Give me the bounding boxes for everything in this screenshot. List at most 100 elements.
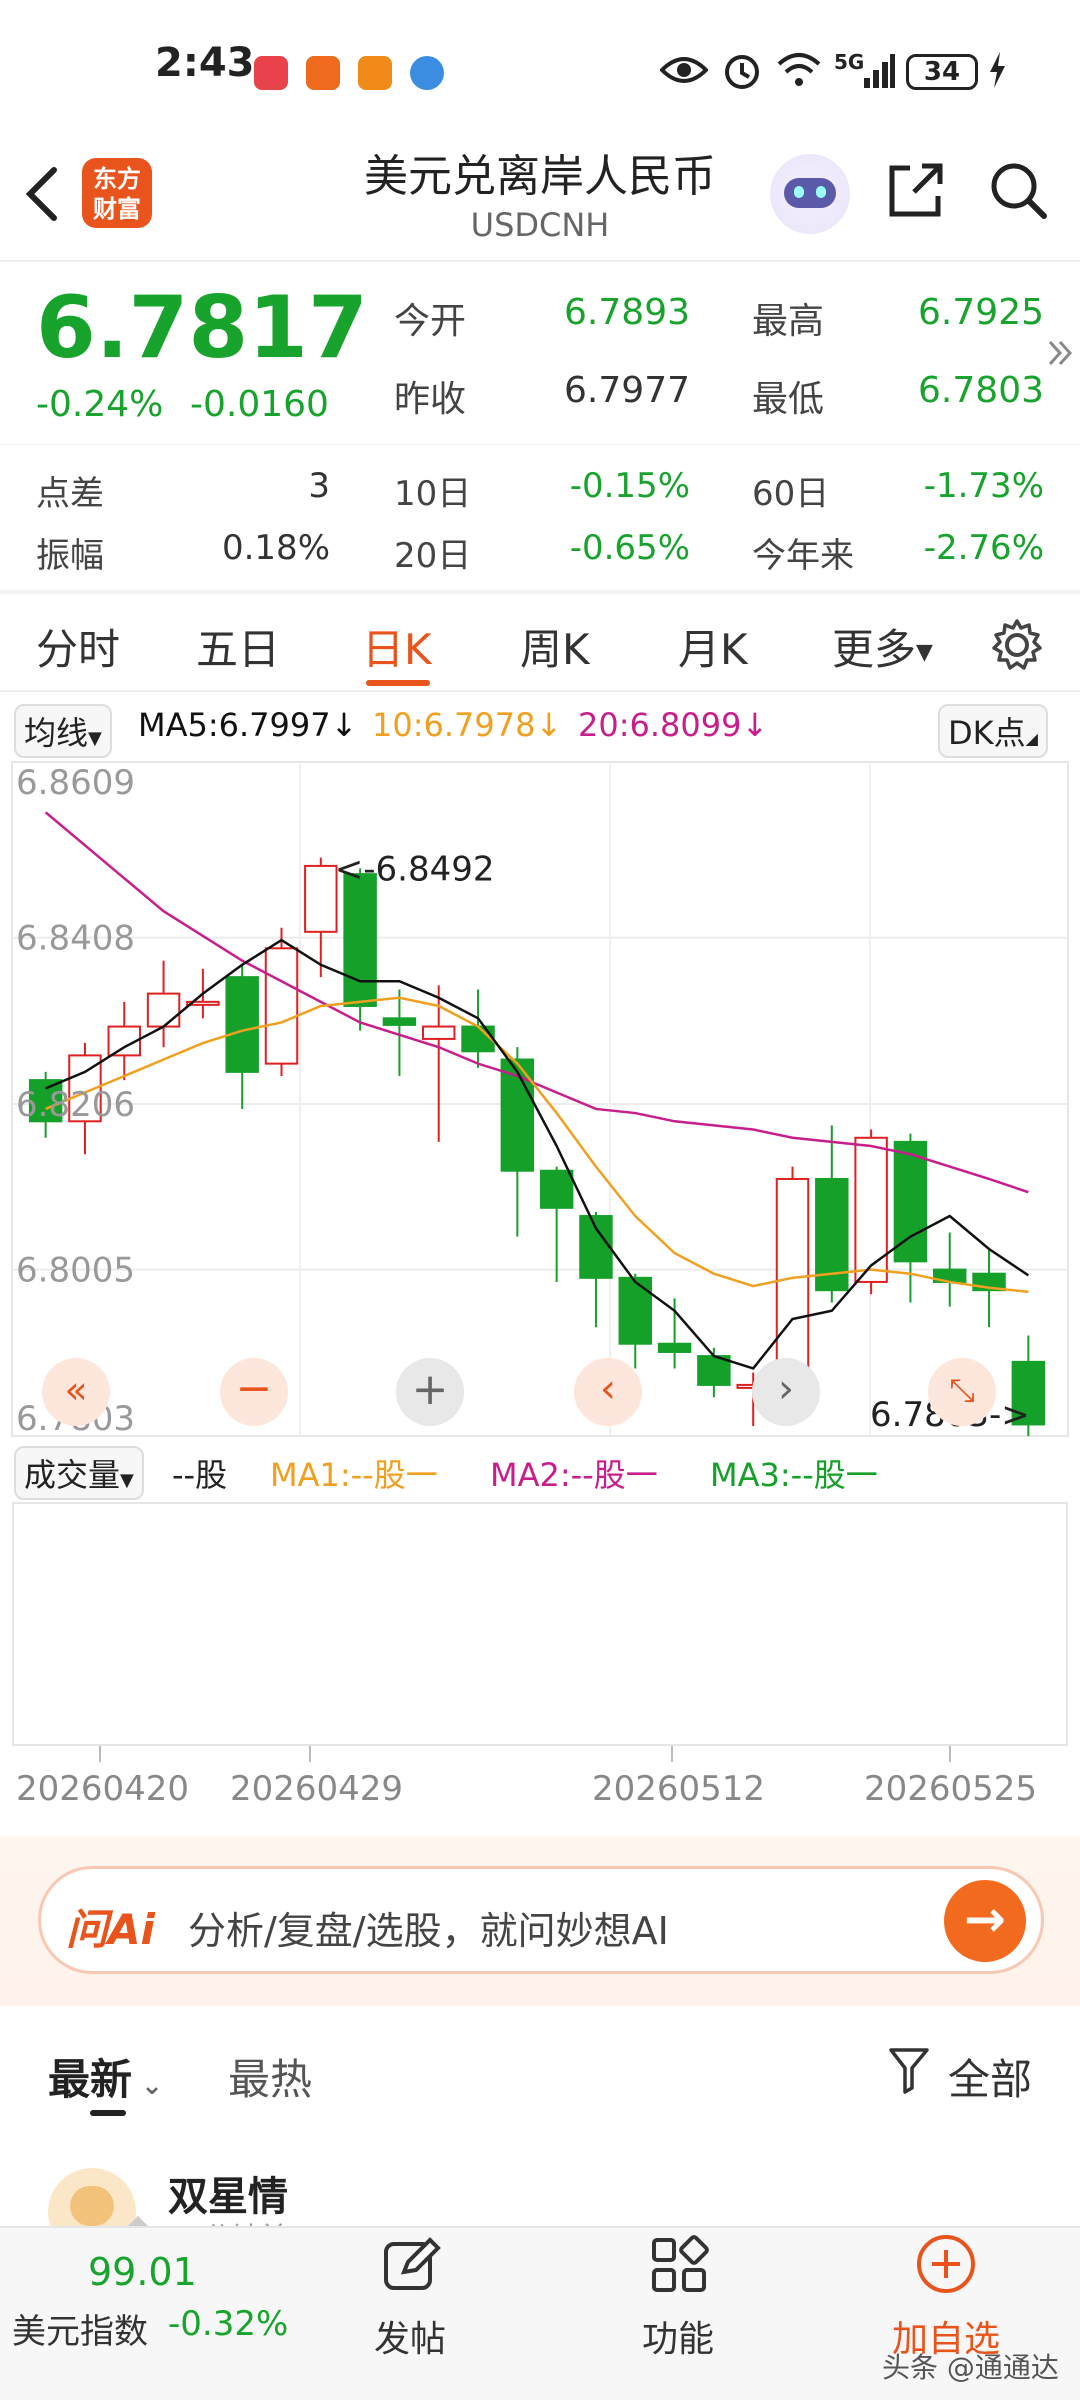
low-value: 6.7803 (918, 370, 1044, 411)
d10-value: -0.15% (569, 466, 690, 506)
feed-tab-hot[interactable]: 最热 (228, 2046, 312, 2107)
tab-intraday[interactable]: 分时 (36, 616, 120, 677)
x-tick-label: 20260525 (864, 1769, 1037, 1809)
volume-unit: --股 (172, 1456, 228, 1494)
high-label: 最高 (752, 301, 825, 342)
tab-five-day[interactable]: 五日 (196, 616, 280, 677)
last-price: 6.7817 (36, 278, 368, 378)
candle-body (618, 1276, 652, 1345)
arrow-right-icon[interactable]: → (944, 1880, 1026, 1962)
spread-value: 3 (308, 466, 330, 506)
scroll-right-button[interactable]: › (752, 1358, 820, 1426)
dollar-index-change: -0.32% (168, 2304, 289, 2344)
tab-daily-k[interactable]: 日K (362, 616, 432, 677)
prev-close-label: 昨收 (394, 379, 467, 420)
volume-chart-area (12, 1502, 1068, 1746)
charging-icon (990, 52, 1005, 88)
edit-post-icon[interactable] (380, 2234, 442, 2296)
volume-ma3: MA3:--股一 (710, 1456, 878, 1494)
d60-value: -1.73% (923, 466, 1044, 506)
quote-divider (0, 444, 1080, 445)
y-tick-label: 6.8408 (16, 919, 135, 959)
tabs-divider (0, 690, 1080, 692)
candle-body (422, 1025, 456, 1040)
open-label: 今开 (394, 301, 467, 342)
signal-icon (864, 54, 895, 88)
section-divider (0, 590, 1080, 594)
functions-grid-icon[interactable] (648, 2234, 710, 2296)
change-percent: -0.24% (36, 384, 164, 425)
candle-body (225, 976, 259, 1073)
dollar-index-value[interactable]: 99.01 (88, 2250, 197, 2294)
x-tick-label: 20260429 (230, 1769, 403, 1809)
indicator-selector-label: 均线 (24, 714, 89, 752)
wifi-icon (777, 53, 821, 86)
post-author-name[interactable]: 双星情 (168, 2164, 288, 2222)
feed-tab-indicator (90, 2110, 126, 2116)
feed-tab-latest-label: 最新 (48, 2055, 133, 2104)
ytd-value: -2.76% (923, 528, 1044, 568)
huawei-app-icon (254, 56, 288, 90)
ai-placeholder[interactable]: 分析/复盘/选股，就问妙想AI (188, 1900, 669, 1955)
scroll-left-button[interactable]: ‹ (574, 1358, 642, 1426)
candle-body (304, 864, 338, 933)
add-watchlist-icon[interactable] (914, 2232, 978, 2296)
zoom-in-button[interactable]: + (396, 1358, 464, 1426)
assistant-avatar[interactable] (770, 154, 850, 234)
status-time: 2:43 (155, 40, 255, 86)
d20-label: 20日 (394, 536, 472, 576)
candlestick-chart[interactable]: 6.86096.84086.82066.80056.7803<-6.84926.… (0, 750, 1080, 1450)
dk-point-label: DK点 (948, 714, 1026, 752)
settings-gear-icon[interactable] (990, 618, 1044, 672)
alarm-icon (725, 55, 759, 89)
caret-down-icon: ▼ (120, 1470, 134, 1491)
double-chevron-right-icon[interactable] (1046, 338, 1074, 368)
candle-body (146, 992, 181, 1028)
volume-selector[interactable]: 成交量▼ (14, 1446, 144, 1500)
open-value: 6.7893 (564, 292, 690, 333)
d20-value: -0.65% (569, 528, 690, 568)
watermark-text: 头条 @通通达 (882, 2351, 1059, 2384)
low-label: 最低 (752, 379, 825, 420)
candle-body (657, 1342, 692, 1353)
tab-more-label: 更多 (832, 625, 917, 674)
tab-more[interactable]: 更多▼ (832, 616, 933, 677)
tab-weekly-k[interactable]: 周K (520, 616, 590, 677)
caret-down-icon: ▼ (916, 640, 933, 665)
filter-icon[interactable] (888, 2046, 930, 2094)
volume-ma2: MA2:--股一 (490, 1456, 658, 1494)
post-label[interactable]: 发帖 (360, 2310, 460, 2362)
d10-label: 10日 (394, 474, 472, 514)
filter-all[interactable]: 全部 (948, 2046, 1032, 2107)
video-app-icon (358, 56, 392, 90)
app-notification-icon (306, 56, 340, 90)
ma5-value: MA5:6.7997↓ (138, 706, 358, 744)
zoom-out-button[interactable]: − (220, 1358, 288, 1426)
amplitude-value: 0.18% (221, 528, 330, 568)
ma20-value: 20:6.8099↓ (578, 706, 769, 744)
change-amount: -0.0160 (190, 384, 329, 425)
corner-arrow-icon: ◢ (1025, 729, 1038, 748)
header-divider (0, 260, 1080, 262)
feed-tab-latest[interactable]: 最新 ⌄ (48, 2046, 163, 2107)
share-icon[interactable] (884, 158, 948, 222)
scroll-left-far-button[interactable]: « (42, 1358, 110, 1426)
fullscreen-button[interactable]: ⤡ (928, 1358, 996, 1426)
candle-body (539, 1169, 574, 1209)
functions-label[interactable]: 功能 (628, 2310, 728, 2362)
y-tick-label: 6.8609 (16, 763, 135, 803)
search-icon[interactable] (986, 158, 1050, 222)
dollar-index-name[interactable]: 美元指数 (12, 2304, 148, 2353)
candle-body (382, 1017, 417, 1026)
x-tick-label: 20260420 (16, 1769, 189, 1809)
candle-body (854, 1136, 888, 1283)
volume-selector-label: 成交量 (24, 1456, 121, 1494)
max-price-label: <-6.8492 (335, 849, 495, 889)
high-value: 6.7925 (918, 292, 1044, 333)
candle-body (461, 1025, 495, 1053)
network-type: 5G (834, 50, 865, 74)
tab-monthly-k[interactable]: 月K (678, 616, 748, 677)
eye-icon (660, 57, 708, 83)
candle-body (264, 947, 299, 1065)
amplitude-label: 振幅 (36, 536, 104, 576)
